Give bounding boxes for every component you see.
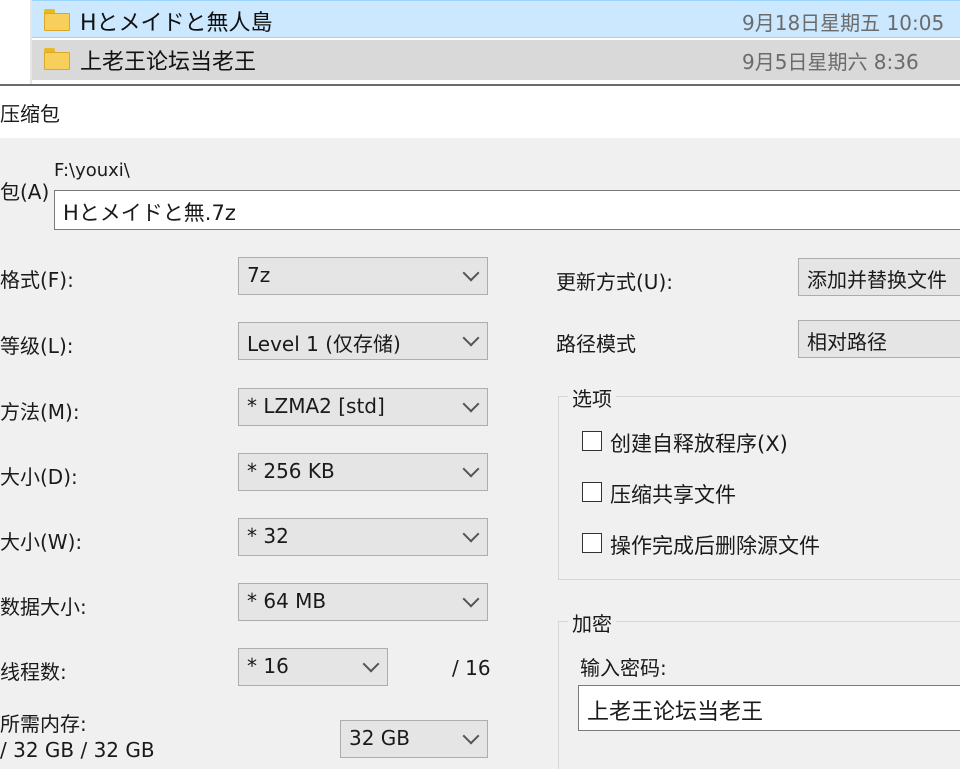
chevron-down-icon xyxy=(462,590,480,608)
solid-block-label: 数据大小: xyxy=(0,595,87,619)
dictionary-size-select[interactable]: * 256 KB xyxy=(238,453,488,491)
dialog-title: 压缩包 xyxy=(0,102,60,126)
chevron-down-icon xyxy=(462,525,480,543)
delete-after-checkbox-label[interactable]: 操作完成后删除源文件 xyxy=(610,530,820,560)
method-value: * LZMA2 [std] xyxy=(247,394,385,418)
password-label: 输入密码: xyxy=(580,656,667,680)
dictionary-size-label: 大小(D): xyxy=(0,465,78,489)
method-select[interactable]: * LZMA2 [std] xyxy=(238,388,488,426)
chevron-down-icon xyxy=(462,329,480,347)
path-mode-select[interactable]: 相对路径 xyxy=(798,320,960,358)
threads-value: * 16 xyxy=(247,654,289,678)
file-row[interactable]: 上老王论坛当老王 9月5日星期六 8:36 xyxy=(32,40,960,80)
solid-block-select[interactable]: * 64 MB xyxy=(238,583,488,621)
folder-icon xyxy=(44,48,70,70)
chevron-down-icon xyxy=(462,460,480,478)
shared-files-checkbox[interactable] xyxy=(582,482,602,502)
level-select[interactable]: Level 1 (仅存储) xyxy=(238,322,488,360)
path-mode-value: 相对路径 xyxy=(807,330,887,354)
sfx-checkbox-label[interactable]: 创建自释放程序(X) xyxy=(610,428,788,458)
word-size-value: * 32 xyxy=(247,524,289,548)
password-input[interactable]: 上老王论坛当老王 xyxy=(578,685,960,731)
threads-max: / 16 xyxy=(452,656,491,680)
archive-name-input[interactable]: Hとメイドと無.7z xyxy=(54,190,960,230)
path-mode-label: 路径模式 xyxy=(556,332,636,356)
format-select[interactable]: 7z xyxy=(238,257,488,295)
dialog-title-bar[interactable]: 压缩包 xyxy=(0,84,960,138)
chevron-down-icon xyxy=(462,395,480,413)
file-row-selected[interactable]: Hとメイドと無人島 9月18日星期五 10:05 xyxy=(32,0,960,38)
dictionary-size-value: * 256 KB xyxy=(247,459,335,483)
threads-select[interactable]: * 16 xyxy=(238,648,388,686)
word-size-label: 大小(W): xyxy=(0,530,83,554)
memory-select[interactable]: 32 GB xyxy=(340,720,488,758)
shared-files-checkbox-label[interactable]: 压缩共享文件 xyxy=(610,479,736,509)
memory-value: 32 GB xyxy=(349,726,411,750)
chevron-down-icon xyxy=(362,655,380,673)
options-group-title: 选项 xyxy=(568,383,616,412)
update-mode-select[interactable]: 添加并替换文件 xyxy=(798,258,960,296)
navigation-pane-edge xyxy=(0,0,32,84)
solid-block-value: * 64 MB xyxy=(247,589,327,613)
file-list: Hとメイドと無人島 9月18日星期五 10:05 上老王论坛当老王 9月5日星期… xyxy=(0,0,960,84)
threads-label: 线程数: xyxy=(0,660,67,684)
archive-label: 包(A) xyxy=(0,180,50,204)
file-name: Hとメイドと無人島 xyxy=(80,11,273,36)
method-label: 方法(M): xyxy=(0,400,80,424)
update-mode-label: 更新方式(U): xyxy=(556,270,673,294)
chevron-down-icon xyxy=(462,264,480,282)
sfx-checkbox[interactable] xyxy=(582,431,602,451)
update-mode-value: 添加并替换文件 xyxy=(807,268,947,292)
format-value: 7z xyxy=(247,263,271,287)
format-label: 格式(F): xyxy=(0,268,74,292)
file-date: 9月18日星期五 10:05 xyxy=(742,11,945,35)
level-label: 等级(L): xyxy=(0,334,74,358)
level-value: Level 1 (仅存储) xyxy=(247,332,401,356)
memory-detail: / 32 GB / 32 GB xyxy=(0,738,155,762)
encryption-group-title: 加密 xyxy=(568,608,616,637)
delete-after-checkbox[interactable] xyxy=(582,533,602,553)
file-date: 9月5日星期六 8:36 xyxy=(742,50,919,74)
folder-icon xyxy=(44,9,70,31)
memory-label: 所需内存: xyxy=(0,712,87,736)
archive-path-hint: F:\youxi\ xyxy=(54,160,130,181)
chevron-down-icon xyxy=(462,727,480,745)
file-name: 上老王论坛当老王 xyxy=(80,50,257,75)
word-size-select[interactable]: * 32 xyxy=(238,518,488,556)
